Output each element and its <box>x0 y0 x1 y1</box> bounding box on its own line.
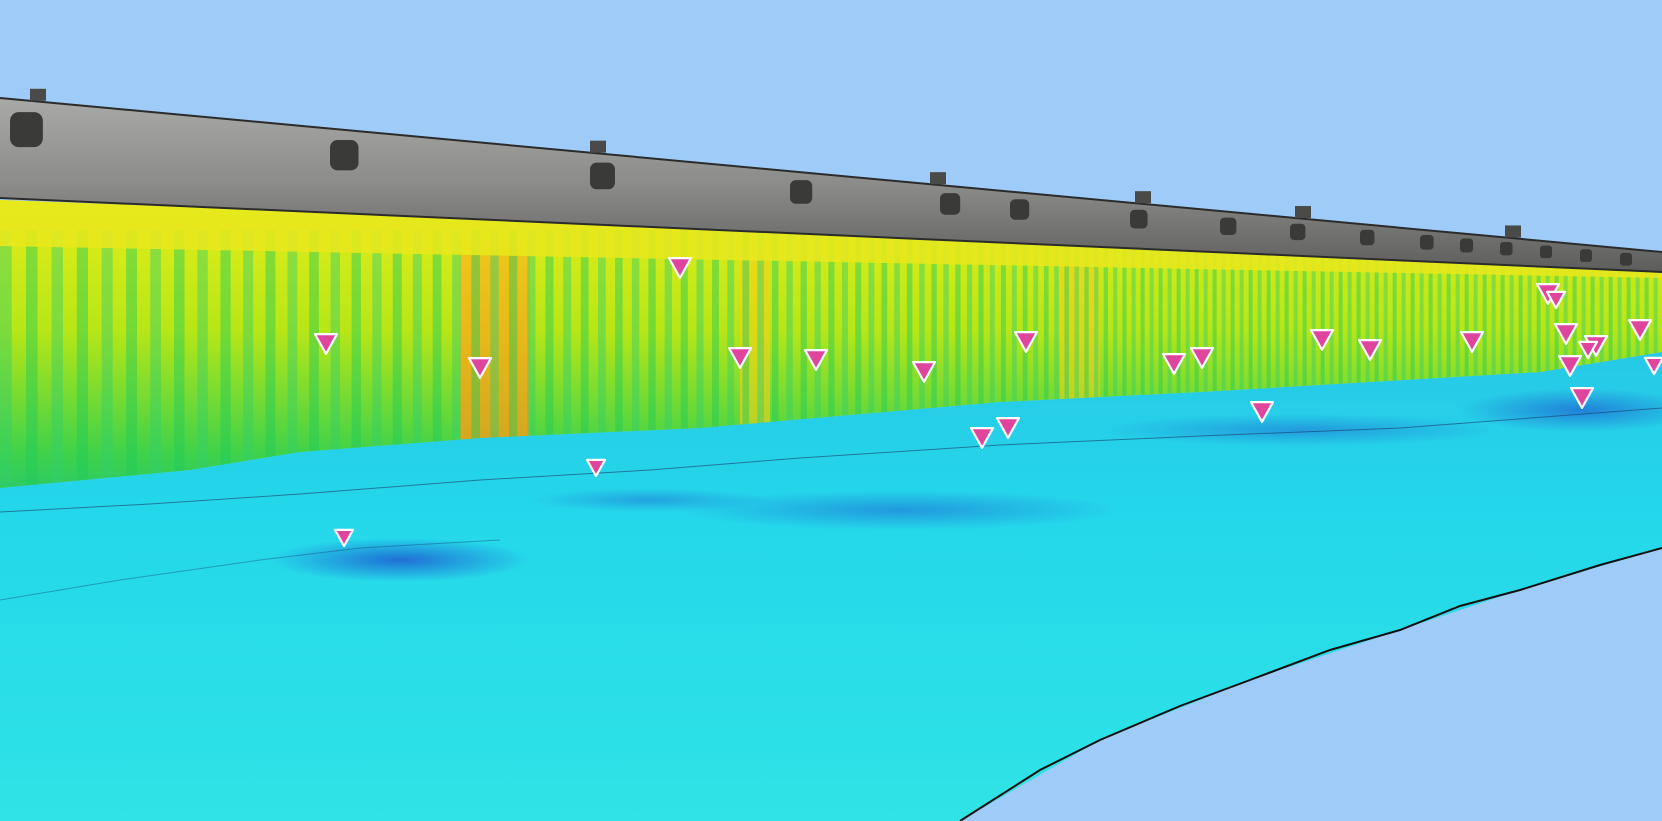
fender-icon <box>1130 209 1148 229</box>
pile-stripe <box>0 230 12 488</box>
fender-icon <box>1420 235 1434 250</box>
bollard-icon <box>1295 205 1311 218</box>
fender-icon <box>10 112 43 148</box>
fender-icon <box>1360 229 1375 246</box>
bollard-icon <box>590 140 606 153</box>
pile-stripe <box>197 230 208 488</box>
bollard-icon <box>1505 225 1521 238</box>
pile-stripe <box>265 230 276 488</box>
fender-icon <box>1540 245 1552 259</box>
pile-stripe <box>220 230 231 488</box>
fender-icon <box>1500 242 1513 256</box>
point-cloud-scene[interactable] <box>0 0 1662 821</box>
fender-icon <box>1580 249 1592 263</box>
pile-stripe <box>174 230 185 488</box>
fender-icon <box>1620 252 1632 266</box>
bollard-icon <box>1135 191 1151 204</box>
pile-stripe <box>243 230 254 488</box>
3d-viewport[interactable] <box>0 0 1662 821</box>
bollard-icon <box>930 172 946 185</box>
pile-stripe <box>126 230 138 488</box>
pile-stripe <box>76 230 89 488</box>
fender-icon <box>1290 223 1306 241</box>
pile-stripe <box>287 230 298 488</box>
fender-icon <box>330 139 359 171</box>
pile-stripe <box>150 230 161 488</box>
fender-icon <box>940 193 961 215</box>
fender-icon <box>790 180 813 204</box>
pile-stripe <box>51 230 63 488</box>
pile-stripe <box>101 230 113 488</box>
fender-icon <box>590 162 615 190</box>
bollard-icon <box>30 88 46 101</box>
fender-icon <box>1010 199 1030 220</box>
fender-icon <box>1460 238 1474 253</box>
fender-icon <box>1220 217 1237 236</box>
pile-stripe <box>26 230 38 488</box>
